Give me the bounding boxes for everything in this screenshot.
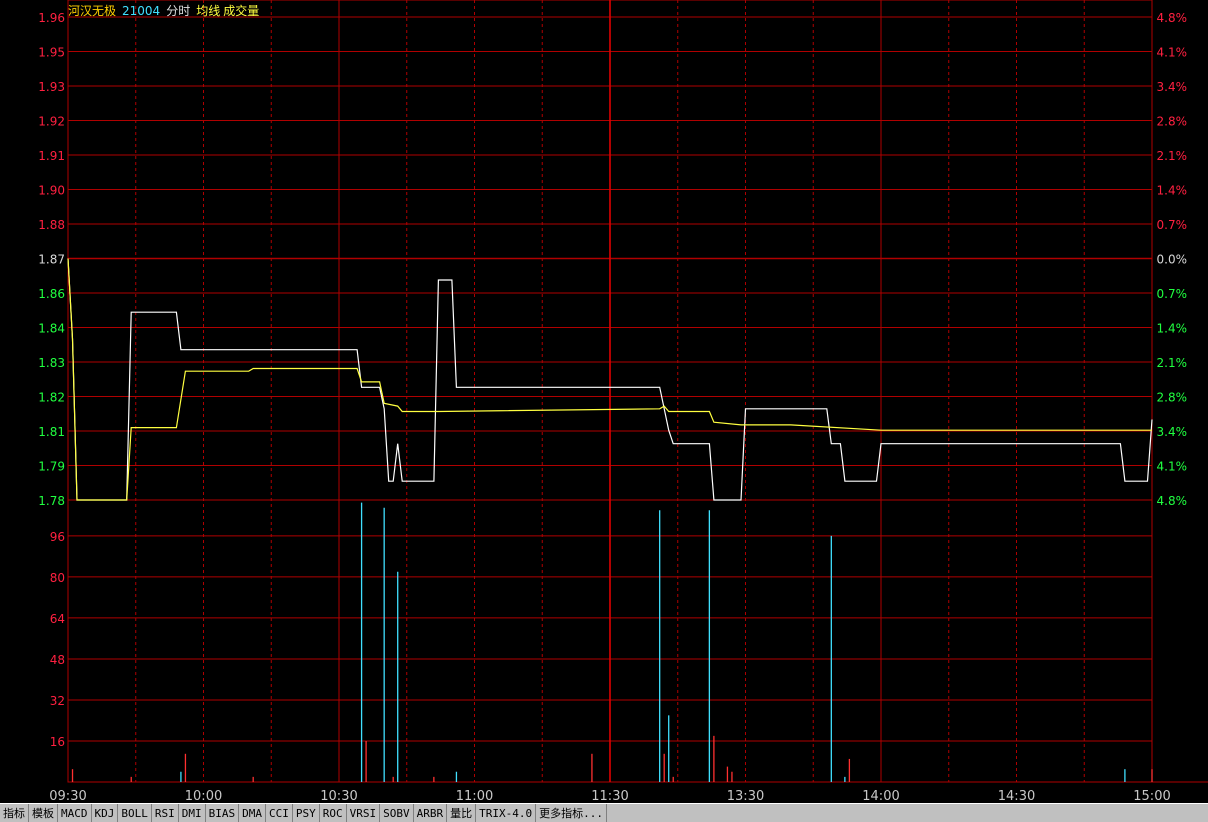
chart-title-row: 河汉无极 21004 分时 均线 成交量 (68, 2, 265, 19)
pct-tick-label: 2.8% (1157, 115, 1188, 129)
pct-tick-label: 1.4% (1157, 184, 1188, 198)
price-tick-label: 1.92 (38, 115, 65, 129)
pct-tick-label: 1.4% (1157, 322, 1188, 336)
tab-indicator[interactable]: BOLL (118, 804, 152, 822)
pct-tick-label: 4.1% (1157, 46, 1188, 60)
tab-indicator[interactable]: RSI (152, 804, 179, 822)
pct-tick-label: 0.7% (1157, 287, 1188, 301)
tab-indicator[interactable]: KDJ (92, 804, 119, 822)
tab-indicator[interactable]: ROC (320, 804, 347, 822)
price-tick-label: 1.93 (38, 80, 65, 94)
price-tick-label: 1.79 (38, 460, 65, 474)
price-tick-label: 1.84 (38, 322, 65, 336)
price-tick-label: 1.91 (38, 149, 65, 163)
pct-tick-label: 2.1% (1157, 356, 1188, 370)
price-tick-label: 1.95 (38, 46, 65, 60)
pct-tick-label: 0.7% (1157, 218, 1188, 232)
pct-tick-label: 3.4% (1157, 425, 1188, 439)
avg-label: 均线 (196, 4, 221, 18)
indicator-tab-bar: 指标 模板 MACD KDJ BOLL RSI DMI BIAS DMA CCI PSY ROC VRS… (0, 803, 1208, 822)
tab-indicator[interactable]: ARBR (414, 804, 448, 822)
time-tick-label: 10:00 (185, 789, 222, 803)
price-tick-label: 1.90 (38, 184, 65, 198)
tab-indicator[interactable]: DMA (239, 804, 266, 822)
pct-tick-label: 2.8% (1157, 391, 1188, 405)
stock-name: 河汉无极 (68, 4, 117, 18)
time-tick-label: 14:30 (998, 789, 1035, 803)
tab-indicator[interactable]: 量比 (447, 804, 477, 822)
price-tick-label: 1.82 (38, 391, 65, 405)
time-tick-label: 14:00 (862, 789, 899, 803)
volume-tick-label: 64 (50, 612, 65, 626)
tab-indicator[interactable]: BIAS (206, 804, 240, 822)
tab-indicator[interactable]: TRIX-4.0 (476, 804, 537, 822)
tab-indicator[interactable]: VRSI (347, 804, 381, 822)
pct-tick-label: 4.8% (1157, 11, 1188, 25)
time-tick-label: 10:30 (320, 789, 357, 803)
price-tick-label: 1.88 (38, 218, 65, 232)
pct-tick-label: 4.1% (1157, 460, 1188, 474)
mode-label: 分时 (166, 4, 191, 18)
tab-indicator[interactable]: MACD (58, 804, 92, 822)
price-tick-label: 1.81 (38, 425, 65, 439)
tab-indicator[interactable]: 指标 (0, 804, 29, 822)
pct-tick-label: 4.8% (1157, 494, 1188, 508)
tab-indicator[interactable]: SOBV (380, 804, 414, 822)
time-tick-label: 13:30 (727, 789, 764, 803)
volume-tick-label: 48 (50, 653, 65, 667)
price-tick-label: 1.96 (38, 11, 65, 25)
volume-label: 成交量 (223, 4, 260, 18)
tab-indicator[interactable]: CCI (266, 804, 293, 822)
tab-indicator[interactable]: DMI (179, 804, 206, 822)
volume-tick-label: 80 (50, 571, 65, 585)
price-tick-label: 1.78 (38, 494, 65, 508)
time-tick-label: 15:00 (1133, 789, 1170, 803)
intraday-chart[interactable]: 1.96 4.8% 1.95 4.1% 1.93 3.4% 1.92 2.8% 1.91 2.1%… (0, 0, 1208, 803)
price-tick-label: 1.87 (38, 253, 65, 267)
volume-tick-label: 96 (50, 530, 65, 544)
time-tick-label: 11:00 (456, 789, 493, 803)
tab-indicator[interactable]: PSY (293, 804, 320, 822)
pct-tick-label: 2.1% (1157, 149, 1188, 163)
time-tick-label: 11:30 (591, 789, 628, 803)
tab-indicator[interactable]: 模板 (29, 804, 58, 822)
pct-tick-label: 3.4% (1157, 80, 1188, 94)
price-tick-label: 1.83 (38, 356, 65, 370)
price-tick-label: 1.86 (38, 287, 65, 301)
volume-tick-label: 32 (50, 694, 65, 708)
pct-tick-label: 0.0% (1157, 253, 1188, 267)
time-tick-label: 09:30 (49, 789, 86, 803)
tab-indicator[interactable]: 更多指标... (536, 804, 607, 822)
stock-code: 21004 (122, 4, 161, 18)
volume-tick-label: 16 (50, 735, 65, 749)
